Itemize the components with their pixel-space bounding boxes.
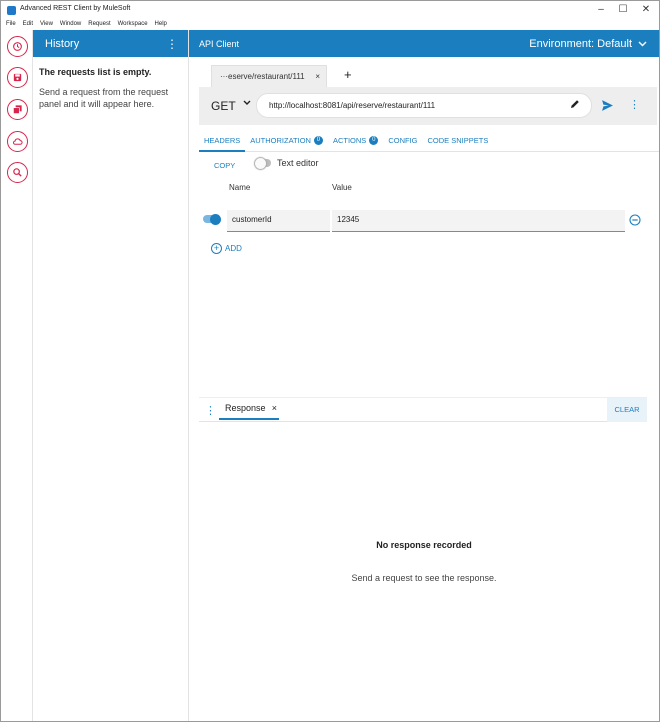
history-title: History (45, 37, 80, 50)
add-tab-button[interactable]: + (344, 67, 352, 82)
http-method-select[interactable]: GET (211, 99, 236, 113)
tab-headers-label: HEADERS (204, 136, 241, 145)
no-response-hint: Send a request to see the response. (351, 573, 497, 583)
text-editor-label: Text editor (277, 158, 319, 168)
menu-file[interactable]: File (6, 20, 16, 30)
send-icon[interactable] (601, 99, 614, 112)
chevron-down-icon (638, 41, 647, 46)
tab-authorization[interactable]: AUTHORIZATION 0 (245, 130, 328, 152)
history-panel: History ⋮ The requests list is empty. Se… (33, 30, 189, 721)
header-value-column: Value (332, 183, 352, 192)
no-response-title: No response recorded (376, 540, 472, 550)
history-empty-title: The requests list is empty. (39, 67, 152, 77)
save-icon[interactable] (7, 67, 28, 88)
url-input[interactable]: http://localhost:8081/api/reserve/restau… (256, 93, 592, 118)
window-title: Advanced REST Client by MuleSoft (20, 5, 131, 12)
tab-code-snippets-label: CODE SNIPPETS (427, 136, 489, 145)
close-icon[interactable]: ✕ (636, 3, 656, 17)
menu-window[interactable]: Window (60, 20, 81, 30)
tab-actions[interactable]: ACTIONS 0 (328, 130, 383, 152)
header-value-input[interactable]: 12345 (332, 210, 625, 232)
header-name-input[interactable]: customerId (227, 210, 330, 232)
environment-selector[interactable]: Environment: Default (529, 38, 647, 50)
response-bar: ⋮ Response × CLEAR (199, 397, 647, 422)
add-header-label: ADD (225, 244, 242, 253)
environment-label: Environment: Default (529, 37, 632, 50)
main-panel: API Client Environment: Default ···eserv… (189, 30, 659, 721)
request-tab-label: ···eserve/restaurant/111 (220, 72, 305, 81)
menu-workspace[interactable]: Workspace (118, 20, 148, 30)
toggle-knob (255, 157, 266, 169)
tab-config[interactable]: CONFIG (383, 130, 422, 152)
request-editor-tabs: HEADERS AUTHORIZATION 0 ACTIONS 0 CONFIG… (199, 130, 659, 152)
close-response-icon[interactable]: × (272, 403, 277, 413)
text-editor-toggle[interactable] (255, 157, 271, 169)
app-window: Advanced REST Client by MuleSoft – ☐ ✕ F… (0, 0, 660, 722)
tab-headers[interactable]: HEADERS (199, 130, 246, 152)
request-tab[interactable]: ···eserve/restaurant/111 × (211, 65, 327, 87)
add-icon: + (211, 243, 222, 254)
add-header-button[interactable]: + ADD (211, 243, 242, 254)
main-header: API Client Environment: Default (189, 30, 659, 57)
remove-header-icon[interactable] (629, 214, 641, 226)
authorization-count-badge: 0 (313, 136, 323, 145)
tab-authorization-label: AUTHORIZATION (250, 136, 311, 145)
history-menu-icon[interactable]: ⋮ (166, 38, 178, 50)
response-tab-label: Response (225, 403, 266, 413)
history-icon[interactable] (7, 36, 28, 57)
menu-request[interactable]: Request (88, 20, 110, 30)
search-icon[interactable] (7, 162, 28, 183)
projects-icon[interactable] (7, 99, 28, 120)
response-menu-icon[interactable]: ⋮ (205, 404, 216, 417)
request-tabs: ···eserve/restaurant/111 × + (189, 57, 659, 87)
menu-help[interactable]: Help (155, 20, 167, 30)
menu-bar: File Edit View Window Request Workspace … (1, 20, 659, 30)
toggle-knob (210, 213, 221, 225)
main-title: API Client (199, 38, 240, 49)
response-tab[interactable]: Response × (219, 403, 279, 420)
url-bar: GET http://localhost:8081/api/reserve/re… (199, 87, 657, 125)
request-menu-icon[interactable]: ⋮ (629, 98, 640, 111)
close-tab-icon[interactable]: × (315, 66, 320, 88)
history-empty-description: Send a request from the request panel an… (39, 87, 169, 109)
menu-edit[interactable]: Edit (23, 20, 33, 30)
actions-count-badge: 0 (369, 136, 379, 145)
tab-actions-label: ACTIONS (332, 136, 367, 145)
app-logo-icon (7, 6, 16, 15)
history-header: History ⋮ (33, 30, 188, 57)
menu-view[interactable]: View (40, 20, 53, 30)
navigation-rail (1, 30, 33, 721)
chevron-down-icon[interactable] (243, 100, 251, 106)
header-enabled-toggle[interactable] (203, 213, 221, 225)
copy-button[interactable]: COPY (214, 161, 235, 170)
tab-config-label: CONFIG (388, 136, 418, 145)
title-bar: Advanced REST Client by MuleSoft – ☐ ✕ (1, 1, 659, 20)
cloud-icon[interactable] (7, 131, 28, 152)
tab-code-snippets[interactable]: CODE SNIPPETS (422, 130, 493, 152)
minimize-icon[interactable]: – (591, 3, 611, 17)
clear-button[interactable]: CLEAR (607, 398, 647, 422)
header-name-column: Name (229, 183, 251, 192)
edit-icon[interactable] (569, 98, 581, 110)
maximize-icon[interactable]: ☐ (613, 3, 633, 17)
